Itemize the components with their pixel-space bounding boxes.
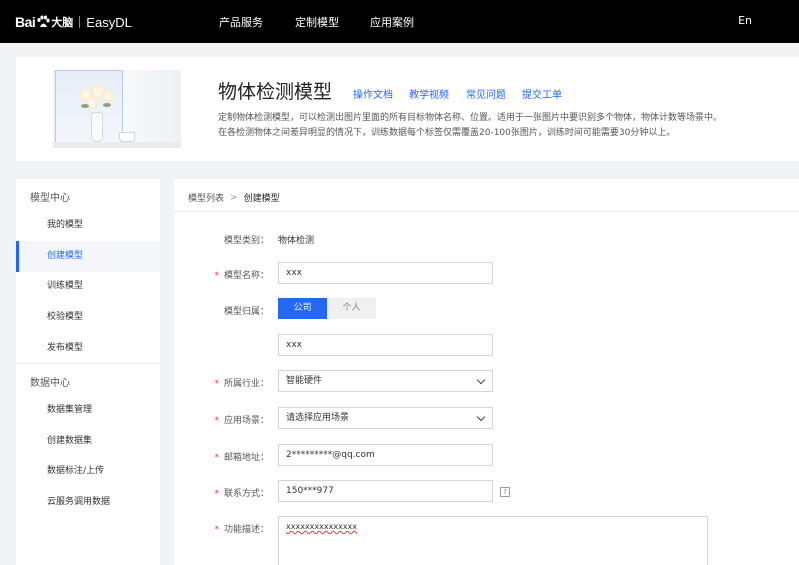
link-ticket[interactable]: 提交工单 xyxy=(522,86,562,101)
nav-item-custom-model[interactable]: 定制模型 xyxy=(295,14,339,30)
required-mark: * xyxy=(214,416,219,426)
sidebar-item-train-model[interactable]: 训练模型 xyxy=(16,271,160,302)
top-nav: Bai 大脑 EasyDL 产品服务 定制模型 应用案例 En xyxy=(0,0,799,43)
page-title: 物体检测模型 xyxy=(218,81,333,103)
owner-segmented-control: 公司 个人 xyxy=(278,298,376,319)
required-mark: * xyxy=(214,489,219,499)
scene-label: * 应用场景： xyxy=(214,416,269,426)
sidebar-item-publish-model[interactable]: 发布模型 xyxy=(16,333,160,364)
description-textarea[interactable]: xxxxxxxxxxxxxxx xyxy=(278,516,708,565)
industry-select[interactable]: 智能硬件 xyxy=(278,370,493,392)
model-type-label: 模型类别： xyxy=(223,236,269,246)
link-faq[interactable]: 常见问题 xyxy=(466,86,506,101)
sidebar-group-data-center: 数据中心 xyxy=(30,378,70,389)
scene-select[interactable]: 请选择应用场景 xyxy=(278,407,493,429)
nav-item-cases[interactable]: 应用案例 xyxy=(370,14,414,30)
description-label: * 功能描述： xyxy=(214,525,269,535)
language-switch[interactable]: En xyxy=(738,14,752,27)
sidebar-item-cloud-call-data[interactable]: 云服务调用数据 xyxy=(16,487,160,518)
owner-option-company[interactable]: 公司 xyxy=(278,298,327,319)
chevron-right-icon: > xyxy=(230,192,238,203)
phone-label: * 联系方式： xyxy=(214,489,269,499)
paw-icon xyxy=(37,15,50,27)
required-mark: * xyxy=(214,453,219,463)
logo-du-text: 大脑 xyxy=(51,16,74,29)
email-label: * 邮箱地址： xyxy=(214,453,269,463)
sidebar-item-dataset-manage[interactable]: 数据集管理 xyxy=(16,395,160,426)
email-input[interactable]: 2*********@qq.com xyxy=(278,444,493,466)
nav-item-products[interactable]: 产品服务 xyxy=(219,14,263,30)
help-icon[interactable]: ? xyxy=(500,487,510,497)
description-text: xxxxxxxxxxxxxxx xyxy=(286,522,358,531)
required-mark: * xyxy=(214,271,219,281)
sidebar-item-validate-model[interactable]: 校验模型 xyxy=(16,302,160,333)
model-owner-label: 模型归属： xyxy=(223,307,269,317)
breadcrumb-parent[interactable]: 模型列表 xyxy=(188,191,224,204)
banner-description: 定制物体检测模型，可以检测出图片里面的所有目标物体名称、位置。适用于一张图片中要… xyxy=(218,113,723,138)
company-name-input[interactable]: xxx xyxy=(278,334,493,356)
sidebar-item-create-model[interactable]: 创建模型 xyxy=(16,241,160,272)
chevron-down-icon xyxy=(476,375,486,385)
breadcrumb-current: 创建模型 xyxy=(243,194,280,204)
banner-illustration xyxy=(53,70,181,148)
link-videos[interactable]: 教学视频 xyxy=(409,86,449,101)
owner-option-personal[interactable]: 个人 xyxy=(327,298,376,319)
sidebar-item-my-models[interactable]: 我的模型 xyxy=(16,210,160,241)
sidebar-item-create-dataset[interactable]: 创建数据集 xyxy=(16,426,160,457)
chevron-down-icon xyxy=(476,412,486,422)
industry-label: * 所属行业： xyxy=(214,379,269,389)
sidebar: 模型中心 我的模型 创建模型 训练模型 校验模型 发布模型 数据中心 数据集管理… xyxy=(16,179,160,565)
breadcrumb-divider xyxy=(174,211,799,212)
logo-bai-text: Bai xyxy=(15,14,36,30)
required-mark: * xyxy=(214,525,219,535)
industry-select-value: 智能硬件 xyxy=(286,376,323,386)
model-name-input[interactable]: xxx xyxy=(278,262,493,284)
logo-product-name: EasyDL xyxy=(86,14,132,30)
sidebar-item-data-label-upload[interactable]: 数据标注/上传 xyxy=(16,456,160,487)
required-mark: * xyxy=(214,379,219,389)
main-panel: 模型列表 > 创建模型 模型类别： 物体检测 * 模型名称： xxx 模型归属： … xyxy=(174,179,799,565)
scene-select-placeholder: 请选择应用场景 xyxy=(286,413,350,423)
model-banner: 物体检测模型 操作文档 教学视频 常见问题 提交工单 定制物体检测模型，可以检测… xyxy=(16,57,799,161)
logo-separator xyxy=(79,16,81,28)
model-type-value: 物体检测 xyxy=(278,236,315,246)
sidebar-group-model-center: 模型中心 xyxy=(30,193,70,204)
sidebar-divider xyxy=(16,363,160,364)
phone-input[interactable]: 150***977 xyxy=(278,480,493,502)
link-docs[interactable]: 操作文档 xyxy=(353,86,393,101)
breadcrumb: 模型列表 > 创建模型 xyxy=(188,191,280,205)
model-name-label: * 模型名称： xyxy=(214,271,269,281)
baidu-easydl-logo[interactable]: Bai 大脑 EasyDL xyxy=(15,12,132,32)
